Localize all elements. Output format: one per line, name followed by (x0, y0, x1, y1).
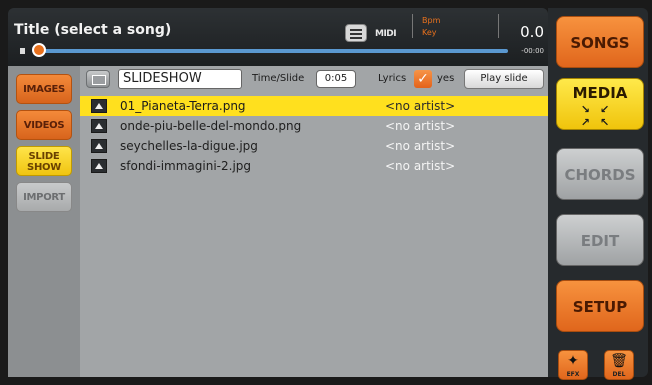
image-file-icon (91, 159, 107, 173)
main-menu: SONGS MEDIA ↘↙ ↗↖ CHORDS EDIT SETUP ✦ EFX… (548, 8, 648, 380)
divider (412, 14, 413, 38)
setup-button[interactable]: SETUP (556, 280, 644, 332)
efx-label: EFX (566, 371, 580, 378)
file-list: 01_Pianeta-Terra.png <no artist> onde-pi… (80, 96, 548, 176)
slideshow-toolbar: SLIDESHOW Time/Slide 0:05 Lyrics ✓ yes P… (80, 66, 548, 94)
time-value: 0.0 (520, 23, 544, 41)
midi-label[interactable]: MIDI (375, 29, 397, 39)
list-icon[interactable] (345, 24, 367, 42)
key-label: Key (422, 28, 437, 37)
file-artist: <no artist> (385, 159, 456, 173)
file-name: 01_Pianeta-Terra.png (120, 99, 246, 113)
divider (498, 14, 499, 38)
efx-button[interactable]: ✦ EFX (558, 350, 588, 380)
file-artist: <no artist> (385, 139, 456, 153)
time-remaining: -00:00 (521, 47, 544, 55)
song-title[interactable]: Title (select a song) (14, 22, 171, 38)
delete-button[interactable]: 🗑 DEL (604, 350, 634, 380)
progress-knob[interactable] (32, 43, 46, 57)
list-item[interactable]: onde-piu-belle-del-mondo.png <no artist> (80, 116, 548, 136)
trash-icon: 🗑 (610, 353, 628, 369)
progress-track[interactable] (38, 49, 508, 53)
collapse-arrows-icon: ↘↙ ↗↖ (580, 103, 620, 129)
sidebar-item-videos[interactable]: VIDEOS (16, 110, 72, 140)
sidebar-item-import[interactable]: IMPORT (16, 182, 72, 212)
time-slide-label: Time/Slide (252, 73, 305, 84)
file-artist: <no artist> (385, 99, 456, 113)
top-bar: Title (select a song) MIDI Bpm Key 0.0 -… (8, 8, 548, 66)
songs-button[interactable]: SONGS (556, 16, 644, 68)
media-button-label: MEDIA (572, 84, 628, 102)
image-file-icon (91, 99, 107, 113)
sidebar-item-slideshow[interactable]: SLIDE SHOW (16, 146, 72, 176)
lyrics-checkbox[interactable]: ✓ (414, 70, 432, 88)
media-button[interactable]: MEDIA ↘↙ ↗↖ (556, 78, 644, 130)
magic-wand-icon: ✦ (567, 353, 579, 369)
bpm-label: Bpm (422, 16, 441, 25)
lyrics-label: Lyrics (378, 73, 407, 84)
edit-button[interactable]: EDIT (556, 214, 644, 266)
list-item[interactable]: sfondi-immagini-2.jpg <no artist> (80, 156, 548, 176)
file-name: seychelles-la-digue.jpg (120, 139, 258, 153)
progress-start-marker (20, 48, 25, 54)
sidebar-item-images[interactable]: IMAGES (16, 74, 72, 104)
list-item[interactable]: 01_Pianeta-Terra.png <no artist> (80, 96, 548, 116)
file-artist: <no artist> (385, 119, 456, 133)
yes-label: yes (437, 73, 455, 84)
media-type-sidebar: IMAGES VIDEOS SLIDE SHOW IMPORT (8, 66, 80, 377)
slideshow-name-field[interactable]: SLIDESHOW (118, 69, 242, 89)
slideshow-icon[interactable] (86, 70, 110, 88)
chords-button[interactable]: CHORDS (556, 148, 644, 200)
file-name: sfondi-immagini-2.jpg (120, 159, 252, 173)
image-file-icon (91, 139, 107, 153)
list-item[interactable]: seychelles-la-digue.jpg <no artist> (80, 136, 548, 156)
media-list-panel: SLIDESHOW Time/Slide 0:05 Lyrics ✓ yes P… (80, 66, 548, 377)
file-name: onde-piu-belle-del-mondo.png (120, 119, 302, 133)
play-slide-button[interactable]: Play slide (464, 69, 544, 89)
del-label: DEL (612, 371, 626, 378)
image-file-icon (91, 119, 107, 133)
time-slide-field[interactable]: 0:05 (316, 70, 356, 88)
